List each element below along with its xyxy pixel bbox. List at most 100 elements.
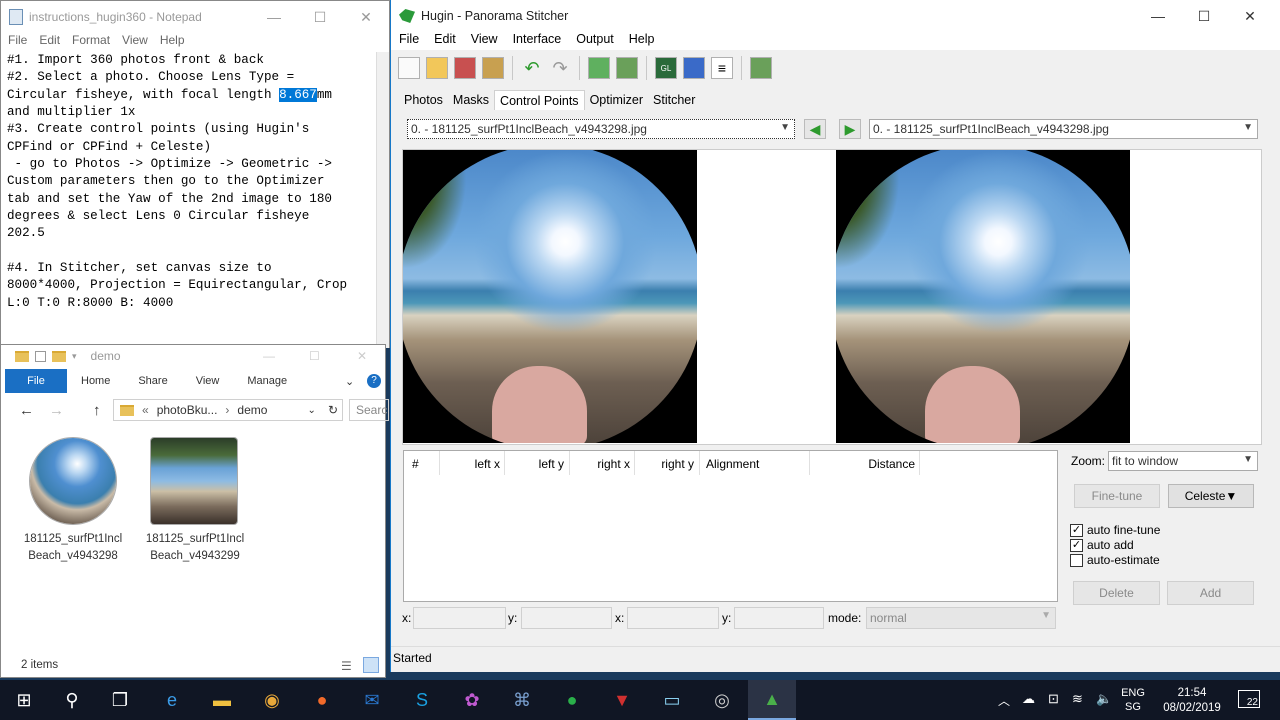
address-box[interactable]: « photoBku... › demo ⌄ ↻: [113, 399, 343, 421]
fine-tune-button[interactable]: Fine-tune: [1074, 484, 1160, 508]
volume-icon[interactable]: 🔈: [1096, 691, 1112, 707]
col-alignment[interactable]: Alignment: [706, 457, 759, 471]
show-hidden-icon[interactable]: ︿: [998, 692, 1010, 709]
notifications-icon[interactable]: 22: [1238, 690, 1260, 708]
path-segment[interactable]: demo: [237, 403, 267, 417]
close-icon[interactable]: ✕: [357, 349, 367, 363]
path-segment[interactable]: photoBku...: [157, 403, 218, 417]
delete-button[interactable]: Delete: [1073, 581, 1160, 605]
col-index[interactable]: #: [412, 457, 419, 471]
add-images-icon[interactable]: [588, 57, 610, 79]
menu-file[interactable]: File: [1, 33, 32, 51]
search-input[interactable]: Searc: [349, 399, 389, 421]
layout-icon[interactable]: ≡: [711, 57, 733, 79]
obs-icon[interactable]: ◎: [698, 680, 746, 720]
file-thumbnail[interactable]: [29, 437, 117, 525]
refresh-icon[interactable]: ↻: [328, 403, 338, 417]
col-left-y[interactable]: left y: [528, 457, 564, 471]
left-image-select[interactable]: 0. - 181125_surfPt1InclBeach_v4943298.jp…: [407, 119, 795, 139]
file-name[interactable]: 181125_surfPt1InclBeach_v4943299: [145, 531, 245, 565]
control-points-table[interactable]: # left x left y right x right y Alignmen…: [403, 450, 1058, 602]
picasa-icon[interactable]: ✿: [448, 680, 496, 720]
menu-view[interactable]: View: [115, 33, 153, 51]
chrome-icon[interactable]: ◉: [248, 680, 296, 720]
file-explorer-icon[interactable]: ▬: [198, 680, 246, 720]
right-image-select[interactable]: 0. - 181125_surfPt1InclBeach_v4943298.jp…: [869, 119, 1258, 139]
menu-interface[interactable]: Interface: [505, 32, 569, 50]
chevron-down-icon[interactable]: ⌄: [345, 375, 354, 388]
left-y-input[interactable]: [521, 607, 612, 629]
redo-icon[interactable]: ↷: [549, 57, 571, 79]
undo-icon[interactable]: ↶: [521, 57, 543, 79]
next-image-button[interactable]: ▶: [839, 119, 861, 139]
menu-file[interactable]: File: [391, 32, 426, 50]
right-image-canvas[interactable]: [836, 150, 1130, 443]
preview-icon[interactable]: [683, 57, 705, 79]
network-app-icon[interactable]: ⌘: [498, 680, 546, 720]
clock[interactable]: 21:54 08/02/2019: [1154, 686, 1230, 716]
details-view-icon[interactable]: ☰: [341, 659, 352, 673]
left-x-input[interactable]: [413, 607, 506, 629]
right-y-input[interactable]: [734, 607, 824, 629]
maximize-icon[interactable]: ☐: [1181, 0, 1227, 32]
start-icon[interactable]: ⊞: [0, 680, 48, 720]
notepad-app-icon[interactable]: ▭: [648, 680, 696, 720]
tab-photos[interactable]: Photos: [399, 90, 448, 110]
ribbon-share-tab[interactable]: Share: [124, 375, 181, 387]
file-name[interactable]: 181125_surfPt1InclBeach_v4943298: [23, 531, 123, 565]
wifi-icon[interactable]: ≋: [1072, 691, 1083, 707]
minimize-icon[interactable]: —: [1135, 0, 1181, 32]
gl-preview-icon[interactable]: GL: [655, 57, 677, 79]
auto-estimate-checkbox[interactable]: auto-estimate: [1070, 553, 1160, 567]
open-project-icon[interactable]: [426, 57, 448, 79]
chevron-down-icon[interactable]: ⌄: [308, 405, 316, 416]
close-icon[interactable]: ✕: [343, 1, 389, 33]
col-distance[interactable]: Distance: [859, 457, 915, 471]
dropdown-icon[interactable]: ▾: [72, 351, 77, 362]
task-view-icon[interactable]: ❐: [96, 680, 144, 720]
right-x-input[interactable]: [627, 607, 719, 629]
file-thumbnail[interactable]: [150, 437, 238, 525]
mode-select[interactable]: normal ▼: [866, 607, 1056, 629]
auto-fine-tune-checkbox[interactable]: ✓ auto fine-tune: [1070, 523, 1160, 537]
close-icon[interactable]: ✕: [1227, 0, 1273, 32]
ribbon-manage-tab[interactable]: Manage: [233, 375, 301, 387]
maximize-icon[interactable]: ☐: [297, 1, 343, 33]
minimize-icon[interactable]: —: [251, 1, 297, 33]
up-icon[interactable]: ↑: [93, 402, 101, 419]
col-right-x[interactable]: right x: [590, 457, 630, 471]
auto-add-checkbox[interactable]: ✓ auto add: [1070, 538, 1134, 552]
outlook-icon[interactable]: ✉: [348, 680, 396, 720]
forward-icon[interactable]: →: [49, 402, 64, 419]
app-icon[interactable]: ▼: [598, 680, 646, 720]
firefox-icon[interactable]: ●: [298, 680, 346, 720]
help-icon[interactable]: ?: [367, 374, 381, 388]
previous-image-button[interactable]: ◀: [804, 119, 826, 139]
celeste-button[interactable]: Celeste▼: [1168, 484, 1254, 508]
new-project-icon[interactable]: [398, 57, 420, 79]
search-icon[interactable]: ⚲: [48, 680, 96, 720]
menu-edit[interactable]: Edit: [32, 33, 65, 51]
add-button[interactable]: Add: [1167, 581, 1254, 605]
col-right-y[interactable]: right y: [654, 457, 694, 471]
edge-icon[interactable]: e: [148, 680, 196, 720]
maximize-icon[interactable]: ☐: [309, 349, 320, 363]
hugin-app-icon[interactable]: ▲: [748, 680, 796, 720]
back-icon[interactable]: ←: [19, 402, 34, 419]
tab-masks[interactable]: Masks: [448, 90, 494, 110]
tab-optimizer[interactable]: Optimizer: [585, 90, 648, 110]
ribbon-file-tab[interactable]: File: [5, 369, 67, 393]
large-icons-view-icon[interactable]: [363, 657, 379, 673]
stitch-icon[interactable]: [750, 57, 772, 79]
tab-stitcher[interactable]: Stitcher: [648, 90, 700, 110]
notepad-text-area[interactable]: #1. Import 360 photos front & back #2. S…: [7, 52, 377, 344]
left-image-canvas[interactable]: [403, 150, 697, 443]
ribbon-view-tab[interactable]: View: [182, 375, 234, 387]
add-time-series-icon[interactable]: [616, 57, 638, 79]
notepad-scrollbar[interactable]: [376, 52, 389, 348]
skype-icon[interactable]: S: [398, 680, 446, 720]
menu-help[interactable]: Help: [621, 32, 662, 50]
menu-view[interactable]: View: [463, 32, 505, 50]
network-icon[interactable]: ⊡: [1048, 691, 1059, 707]
save-as-icon[interactable]: [482, 57, 504, 79]
